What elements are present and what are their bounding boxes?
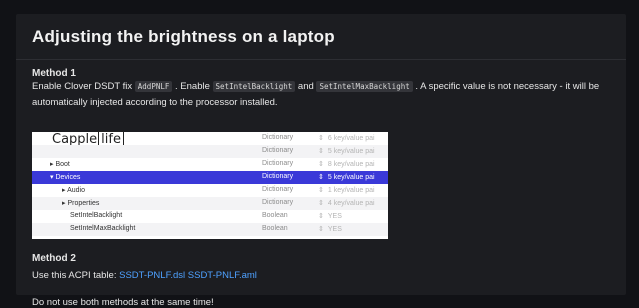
code-addpnlf: AddPNLF (134, 81, 173, 92)
plist-row: ▸ Audio Dictionary ⇕ 1 key/value pai (32, 184, 388, 197)
plist-key: SetIntelBacklight (70, 212, 123, 219)
plist-value: ⇕ 5 key/value pai (318, 148, 375, 155)
ssdt-pnlf-aml-link[interactable]: SSDT-PNLF.aml (188, 270, 257, 281)
page-title: Adjusting the brightness on a laptop (32, 27, 335, 46)
method1-heading: Method 1 (32, 68, 76, 79)
plist-row-selected[interactable]: ▾ Devices Dictionary ⇕ 5 key/value pai (32, 171, 388, 184)
plist-type: Boolean (262, 225, 288, 232)
plist-value: ⇕ 6 key/value pai (318, 135, 375, 142)
plist-value: ⇕ 5 key/value pai (318, 174, 375, 181)
plist-key: SetIntelMaxBacklight (70, 225, 136, 232)
plist-row: ▸ Properties Dictionary ⇕ 4 key/value pai (32, 197, 388, 210)
plist-row: Dictionary ⇕ 5 key/value pai (32, 145, 388, 158)
method2-paragraph: Use this ACPI table: SSDT-PNLF.dsl SSDT-… (32, 270, 257, 281)
method1-text-a: Enable Clover DSDT fix (32, 81, 135, 92)
plist-value: ⇕ YES (318, 226, 342, 233)
plist-type: Dictionary (262, 173, 294, 180)
code-setintelmaxbacklight: SetIntelMaxBacklight (316, 81, 413, 92)
plist-key: ▾ Devices (50, 174, 81, 181)
plist-value: ⇕ YES (318, 213, 342, 220)
method1-paragraph: Enable Clover DSDT fix AddPNLF . Enable … (32, 79, 617, 111)
stepper-icon: ⇕ (318, 135, 324, 142)
plist-row: SetIntelMaxBacklight Boolean ⇕ YES (32, 223, 388, 236)
stepper-icon: ⇕ (318, 213, 324, 220)
plist-key: ▸ Properties (62, 200, 100, 207)
plist-screenshot: Capple life Dictionary ⇕ 6 key/value pai D… (32, 131, 388, 239)
method2-heading: Method 2 (32, 253, 76, 264)
method1-text-c: and (295, 81, 317, 92)
plist-row: Dictionary ⇕ 6 key/value pai (32, 132, 388, 145)
plist-type: Dictionary (262, 186, 294, 193)
stepper-icon: ⇕ (318, 187, 324, 194)
stepper-icon: ⇕ (318, 174, 324, 181)
method1-text-b: . Enable (172, 81, 213, 92)
code-setintelbacklight: SetIntelBacklight (212, 81, 296, 92)
plist-type: Dictionary (262, 134, 294, 141)
ssdt-pnlf-dsl-link[interactable]: SSDT-PNLF.dsl (119, 270, 185, 281)
plist-row: ▸ Boot Dictionary ⇕ 8 key/value pai (32, 158, 388, 171)
stepper-icon: ⇕ (318, 200, 324, 207)
method2-text: Use this ACPI table: (32, 270, 120, 281)
method1-section: Method 1 Enable Clover DSDT fix AddPNLF … (32, 68, 617, 111)
warning-text: Do not use both methods at the same time… (32, 297, 214, 308)
plist-row: SetIntelBacklight Boolean ⇕ YES (32, 210, 388, 223)
stepper-icon: ⇕ (318, 161, 324, 168)
plist-type: Dictionary (262, 160, 294, 167)
article-panel: Adjusting the brightness on a laptop Met… (16, 14, 626, 308)
page-header: Adjusting the brightness on a laptop (16, 14, 626, 60)
plist-type: Boolean (262, 212, 288, 219)
plist-key: ▸ Boot (50, 161, 70, 168)
plist-value: ⇕ 8 key/value pai (318, 161, 375, 168)
plist-value: ⇕ 4 key/value pai (318, 200, 375, 207)
plist-value: ⇕ 1 key/value pai (318, 187, 375, 194)
plist-type: Dictionary (262, 199, 294, 206)
plist-key: ▸ Audio (62, 187, 85, 194)
stepper-icon: ⇕ (318, 148, 324, 155)
stepper-icon: ⇕ (318, 226, 324, 233)
plist-type: Dictionary (262, 147, 294, 154)
